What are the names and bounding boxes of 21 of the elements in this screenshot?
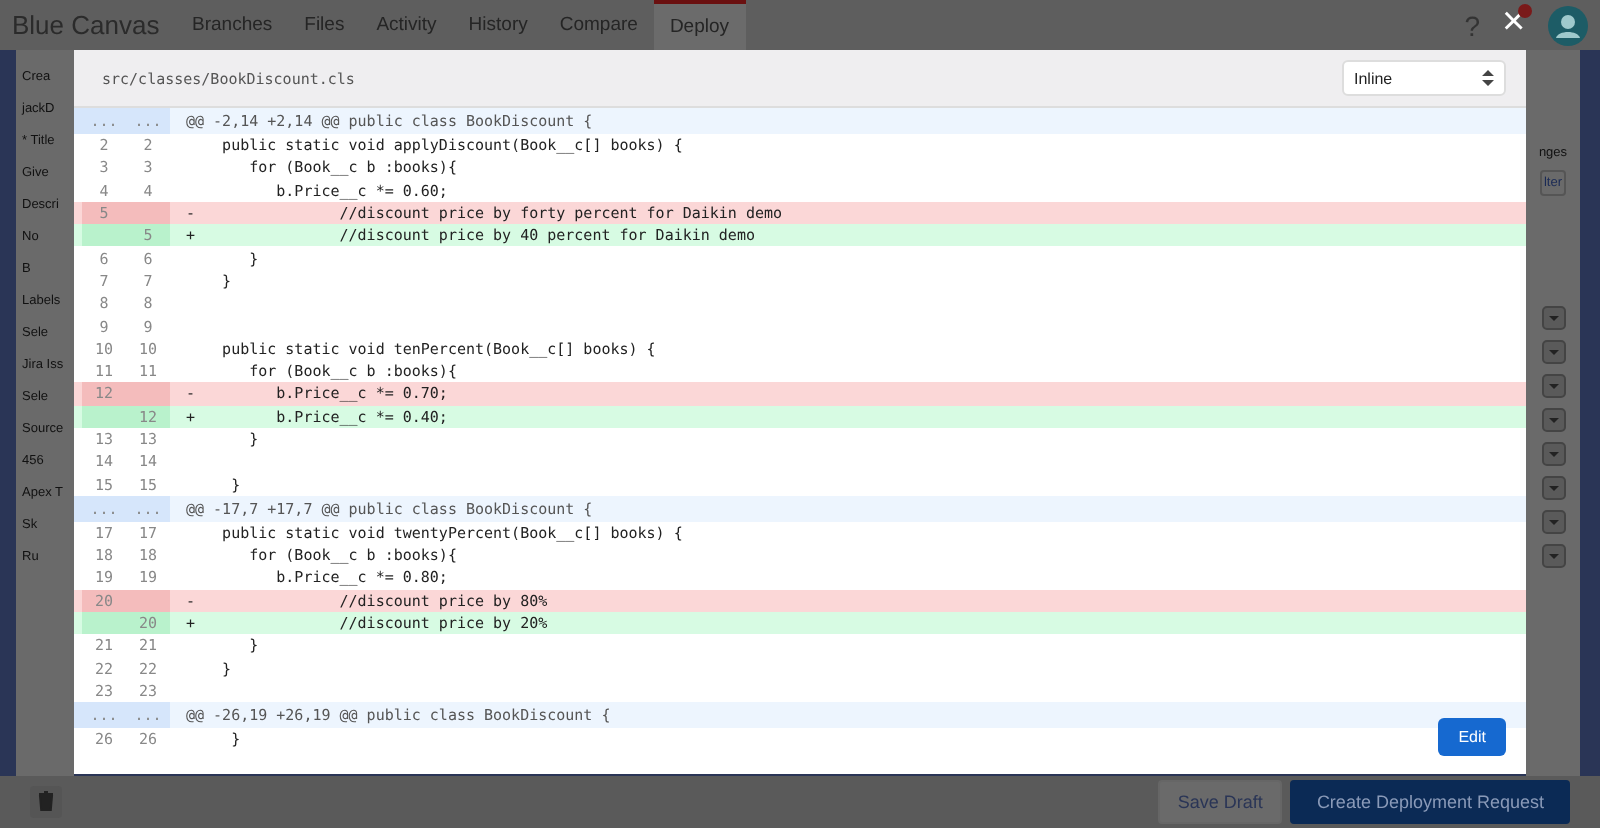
- nav-tab[interactable]: Branches: [176, 0, 289, 50]
- view-select[interactable]: Inline: [1342, 60, 1506, 96]
- dropdown-caret-icon[interactable]: [1541, 442, 1565, 466]
- dropdown-caret-icon[interactable]: [1541, 374, 1565, 398]
- nav-tab[interactable]: Files: [288, 0, 361, 50]
- dropdown-caret-icon[interactable]: [1541, 510, 1565, 534]
- dropdown-caret-icon[interactable]: [1541, 544, 1565, 568]
- nav-tab[interactable]: Deploy: [653, 0, 746, 50]
- avatar-icon[interactable]: [1548, 5, 1588, 45]
- footer-button[interactable]: Save Draft: [1157, 780, 1283, 824]
- dropdown-caret-icon[interactable]: [1541, 408, 1565, 432]
- edit-button[interactable]: Edit: [1438, 718, 1506, 756]
- dropdown-caret-icon[interactable]: [1541, 306, 1565, 330]
- nav-tab[interactable]: History: [452, 0, 544, 50]
- dropdown-caret-icon[interactable]: [1541, 340, 1565, 364]
- help-icon[interactable]: ?: [1464, 9, 1480, 41]
- footer-button[interactable]: Create Deployment Request: [1290, 780, 1570, 824]
- nav-tab[interactable]: Activity: [360, 0, 453, 50]
- select-arrows-icon: [1482, 68, 1494, 88]
- nav-tab[interactable]: Compare: [543, 0, 654, 50]
- dropdown-caret-icon[interactable]: [1541, 476, 1565, 500]
